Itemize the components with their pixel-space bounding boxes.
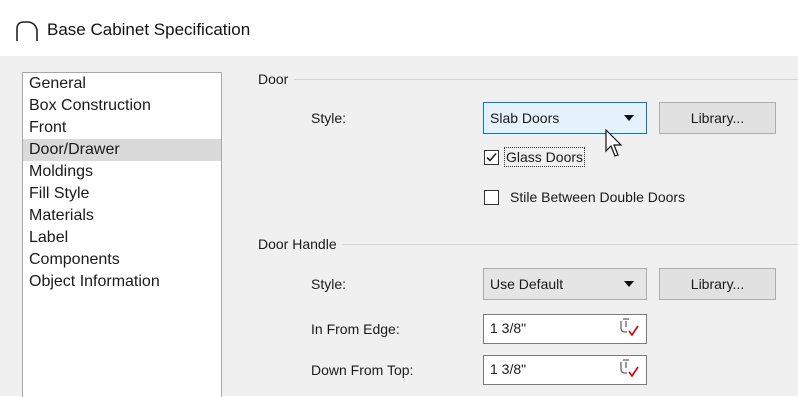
handle-style-value: Use Default <box>490 276 564 292</box>
in-from-edge-value: 1 3/8" <box>490 320 527 336</box>
down-from-top-field[interactable]: 1 3/8" <box>483 355 647 385</box>
dimension-edit-icon[interactable] <box>618 318 640 338</box>
mouse-pointer-icon <box>605 129 623 157</box>
sidebar-item-fill-style[interactable]: Fill Style <box>23 183 221 205</box>
title-bar: Base Cabinet Specification <box>0 0 798 56</box>
category-list[interactable]: General Box Construction Front Door/Drawer M… <box>22 72 222 397</box>
door-group-label: Door <box>258 71 295 87</box>
door-handle-group-label: Door Handle <box>258 236 343 252</box>
sidebar-item-object-information[interactable]: Object Information <box>23 271 221 293</box>
chevron-down-icon <box>624 281 634 287</box>
checkmark-icon <box>486 152 497 162</box>
cabinet-arc-icon <box>16 21 38 41</box>
stile-between-doors-label[interactable]: Stile Between Double Doors <box>510 189 685 205</box>
sidebar-item-front[interactable]: Front <box>23 117 221 139</box>
chevron-down-icon <box>624 115 634 121</box>
door-library-button[interactable]: Library... <box>659 102 776 134</box>
door-style-value: Slab Doors <box>490 110 560 126</box>
door-group-divider <box>258 79 798 80</box>
dimension-edit-icon[interactable] <box>618 359 640 379</box>
sidebar-item-materials[interactable]: Materials <box>23 205 221 227</box>
down-from-top-value: 1 3/8" <box>490 361 527 377</box>
glass-doors-label[interactable]: Glass Doors <box>503 147 586 167</box>
sidebar-item-label[interactable]: Label <box>23 227 221 249</box>
handle-style-label: Style: <box>311 276 347 292</box>
down-from-top-label: Down From Top: <box>311 362 414 378</box>
glass-doors-checkbox[interactable] <box>484 150 499 165</box>
door-style-label: Style: <box>311 110 347 126</box>
sidebar-item-components[interactable]: Components <box>23 249 221 271</box>
sidebar-item-moldings[interactable]: Moldings <box>23 161 221 183</box>
stile-between-doors-checkbox[interactable] <box>484 190 499 205</box>
window-title: Base Cabinet Specification <box>47 20 251 39</box>
sidebar-item-general[interactable]: General <box>23 73 221 95</box>
handle-style-dropdown[interactable]: Use Default <box>483 268 647 300</box>
in-from-edge-field[interactable]: 1 3/8" <box>483 314 647 344</box>
handle-library-button[interactable]: Library... <box>659 268 776 300</box>
sidebar-item-door-drawer[interactable]: Door/Drawer <box>23 139 221 161</box>
sidebar-item-box-construction[interactable]: Box Construction <box>23 95 221 117</box>
in-from-edge-label: In From Edge: <box>311 321 400 337</box>
